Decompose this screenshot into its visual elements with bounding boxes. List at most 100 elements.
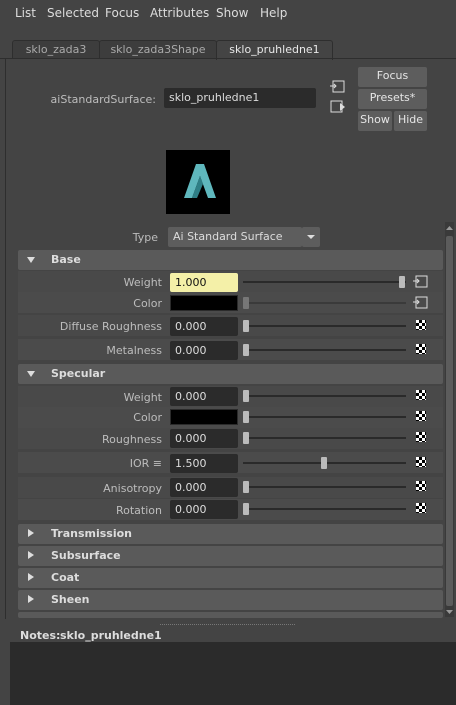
specular-color-label: Color bbox=[133, 411, 162, 424]
type-dropdown-arrow[interactable] bbox=[302, 227, 320, 247]
base-weight-slider-track[interactable] bbox=[243, 281, 406, 283]
anisotropy-field[interactable]: 0.000 bbox=[170, 478, 238, 497]
specular-weight-field[interactable]: 0.000 bbox=[170, 387, 238, 406]
tab-sklo-zada3-shape[interactable]: sklo_zada3Shape bbox=[99, 40, 217, 59]
metalness-field[interactable]: 0.000 bbox=[170, 341, 238, 360]
base-weight-label: Weight bbox=[123, 276, 162, 289]
rotation-field[interactable]: 0.000 bbox=[170, 500, 238, 519]
specular-color-swatch[interactable] bbox=[170, 409, 238, 425]
base-weight-slider-handle[interactable] bbox=[399, 276, 405, 288]
chevron-down-icon bbox=[307, 235, 315, 239]
menu-list[interactable]: List bbox=[15, 6, 36, 20]
rotation-label: Rotation bbox=[115, 504, 162, 517]
base-color-swatch[interactable] bbox=[170, 295, 238, 311]
collapse-triangle-icon bbox=[28, 551, 34, 559]
section-base-header[interactable]: Base bbox=[18, 250, 443, 270]
menu-attributes[interactable]: Attributes bbox=[150, 6, 209, 20]
ior-label: IOR ≡ bbox=[129, 457, 162, 470]
metalness-slider-handle[interactable] bbox=[243, 344, 249, 356]
scroll-up-icon[interactable] bbox=[445, 224, 454, 232]
diffuse-roughness-label: Diffuse Roughness bbox=[59, 320, 162, 333]
section-sheen-header[interactable]: Sheen bbox=[18, 590, 443, 610]
node-type-label: aiStandardSurface: bbox=[50, 93, 156, 106]
expand-triangle-icon bbox=[27, 257, 35, 263]
checker-map-icon[interactable] bbox=[416, 344, 426, 354]
checker-map-icon[interactable] bbox=[416, 432, 426, 442]
expand-triangle-icon bbox=[27, 371, 35, 377]
checker-map-icon[interactable] bbox=[416, 320, 426, 330]
tab-sklo-zada3[interactable]: sklo_zada3 bbox=[12, 40, 100, 59]
anisotropy-label: Anisotropy bbox=[103, 482, 162, 495]
input-connection-icon[interactable] bbox=[330, 80, 346, 94]
menu-focus[interactable]: Focus bbox=[105, 6, 139, 20]
section-subsurface-title: Subsurface bbox=[51, 549, 121, 562]
map-input-icon[interactable] bbox=[413, 296, 429, 310]
specular-color-slider-track[interactable] bbox=[243, 416, 406, 418]
presets-button[interactable]: Presets* bbox=[358, 89, 427, 109]
notes-label: Notes: bbox=[20, 629, 61, 642]
specular-color-slider-handle[interactable] bbox=[243, 411, 249, 423]
specular-roughness-label: Roughness bbox=[101, 433, 162, 446]
checker-map-icon[interactable] bbox=[416, 481, 426, 491]
notes-text-area[interactable] bbox=[10, 642, 456, 705]
menu-selected[interactable]: Selected bbox=[47, 6, 99, 20]
rotation-slider-track[interactable] bbox=[243, 508, 406, 510]
section-transmission-title: Transmission bbox=[51, 527, 133, 540]
hide-button[interactable]: Hide bbox=[394, 111, 427, 131]
type-dropdown[interactable]: Ai Standard Surface bbox=[168, 227, 302, 247]
section-specular-title: Specular bbox=[51, 367, 106, 380]
metalness-label: Metalness bbox=[106, 344, 162, 357]
specular-weight-label: Weight bbox=[123, 391, 162, 404]
output-connection-icon[interactable] bbox=[330, 100, 346, 114]
checker-map-icon[interactable] bbox=[416, 411, 426, 421]
base-color-slider-handle[interactable] bbox=[243, 297, 249, 309]
menu-show[interactable]: Show bbox=[216, 6, 248, 20]
specular-roughness-field[interactable]: 0.000 bbox=[170, 429, 238, 448]
rotation-slider-handle[interactable] bbox=[243, 503, 249, 515]
tab-sklo-pruhledne1[interactable]: sklo_pruhledne1 bbox=[216, 40, 333, 60]
anisotropy-slider-handle[interactable] bbox=[243, 481, 249, 493]
section-specular-header[interactable]: Specular bbox=[18, 364, 443, 384]
metalness-slider-track[interactable] bbox=[243, 349, 406, 351]
specular-weight-slider-handle[interactable] bbox=[243, 390, 249, 402]
checker-map-icon[interactable] bbox=[416, 457, 426, 467]
specular-roughness-slider-track[interactable] bbox=[243, 437, 406, 439]
notes-header: Notes: sklo_pruhledne1 bbox=[10, 628, 456, 642]
diffuse-roughness-field[interactable]: 0.000 bbox=[170, 317, 238, 336]
section-transmission-header[interactable]: Transmission bbox=[18, 524, 443, 544]
diffuse-roughness-slider-handle[interactable] bbox=[243, 320, 249, 332]
section-coat-title: Coat bbox=[51, 571, 80, 584]
ior-slider-handle[interactable] bbox=[321, 457, 327, 469]
specular-roughness-slider-handle[interactable] bbox=[243, 432, 249, 444]
ior-field[interactable]: 1.500 bbox=[170, 454, 238, 473]
section-partial-header[interactable] bbox=[18, 612, 443, 618]
focus-button[interactable]: Focus bbox=[358, 67, 427, 87]
base-weight-field[interactable]: 1.000 bbox=[170, 273, 238, 292]
node-name-field[interactable]: sklo_pruhledne1 bbox=[164, 88, 316, 108]
collapse-triangle-icon bbox=[28, 573, 34, 581]
menu-bar: List Selected Focus Attributes Show Help bbox=[0, 0, 456, 26]
diffuse-roughness-slider-track[interactable] bbox=[243, 325, 406, 327]
scrollbar-thumb[interactable] bbox=[446, 236, 453, 606]
section-subsurface-header[interactable]: Subsurface bbox=[18, 546, 443, 566]
base-color-slider-track[interactable] bbox=[243, 302, 406, 304]
collapse-triangle-icon bbox=[28, 529, 34, 537]
splitter-handle[interactable] bbox=[160, 624, 295, 627]
section-sheen-title: Sheen bbox=[51, 593, 90, 606]
notes-node-name: sklo_pruhledne1 bbox=[60, 629, 162, 642]
collapse-triangle-icon bbox=[28, 595, 34, 603]
material-swatch-preview[interactable] bbox=[166, 150, 230, 214]
map-input-icon[interactable] bbox=[413, 275, 429, 289]
anisotropy-slider-track[interactable] bbox=[243, 486, 406, 488]
menu-help[interactable]: Help bbox=[260, 6, 287, 20]
arnold-logo-icon bbox=[184, 164, 216, 198]
specular-weight-slider-track[interactable] bbox=[243, 395, 406, 397]
scroll-down-icon[interactable] bbox=[445, 608, 454, 616]
section-coat-header[interactable]: Coat bbox=[18, 568, 443, 588]
checker-map-icon[interactable] bbox=[416, 390, 426, 400]
type-label: Type bbox=[132, 231, 158, 244]
base-color-label: Color bbox=[133, 297, 162, 310]
section-base-title: Base bbox=[51, 253, 81, 266]
show-button[interactable]: Show bbox=[358, 111, 392, 131]
checker-map-icon[interactable] bbox=[416, 503, 426, 513]
